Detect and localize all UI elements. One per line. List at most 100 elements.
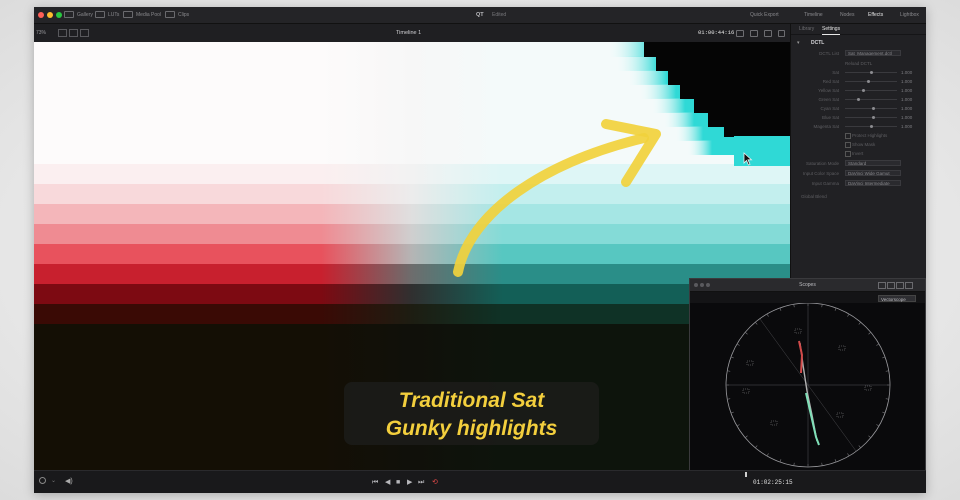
slider-track[interactable] — [845, 88, 897, 92]
qualifier-icon[interactable] — [750, 30, 758, 37]
slider-track[interactable] — [845, 106, 897, 110]
maximize-window-button[interactable] — [56, 12, 62, 18]
slider-knob[interactable] — [861, 88, 865, 92]
checkbox-row: Show Mask — [791, 140, 926, 149]
clipped-black-step — [694, 98, 790, 113]
saturation-mode-row: Saturation Mode Standard — [791, 159, 926, 168]
highlight-icon[interactable] — [736, 30, 744, 37]
caption-line-2: Gunky highlights — [385, 417, 558, 440]
luts-icon — [95, 11, 105, 19]
show-mask-label: Show Mask — [852, 142, 876, 147]
nodes-button[interactable]: Nodes — [840, 7, 854, 23]
scope-settings-icon[interactable] — [905, 282, 913, 289]
loop-button[interactable]: ⟲ — [432, 478, 438, 487]
single-scope-icon[interactable] — [878, 282, 886, 289]
gallery-button[interactable]: Gallery — [64, 7, 93, 23]
slider-knob[interactable] — [869, 70, 873, 74]
input-gamma-row: Input Gamma DaVinci Intermediate — [791, 179, 926, 188]
global-blend-label[interactable]: Global Blend — [801, 192, 827, 201]
quick-export-button[interactable]: Quick Export — [750, 7, 779, 23]
input-color-space-dropdown[interactable]: DaVinci Wide Gamut — [845, 170, 901, 176]
quick-export-label: Quick Export — [750, 12, 779, 18]
slider-value[interactable]: 1.000 — [901, 86, 912, 95]
caption-overlay: Traditional Sat Gunky highlights — [344, 382, 599, 445]
slider-track[interactable] — [845, 79, 897, 83]
media-pool-button[interactable]: Media Pool — [123, 7, 161, 23]
resolve-window: Gallery LUTs Media Pool Clips QT Edited … — [34, 7, 926, 493]
color-picker-icon[interactable] — [39, 477, 46, 484]
project-title: QT — [476, 12, 484, 18]
effects-button[interactable]: Effects — [868, 7, 883, 23]
window-overlay-icon[interactable] — [764, 30, 772, 37]
protect-highlights-label: Protect Highlights — [852, 133, 888, 138]
checkbox-row: Protect Highlights — [791, 131, 926, 140]
stop-button[interactable]: ■ — [396, 478, 400, 487]
quad-scope-icon[interactable] — [896, 282, 904, 289]
transport-bar: ⌄ ◀) ⏮ ◀ ■ ▶ ⏭ ⟲ 01:02:25:15 — [34, 470, 926, 493]
minimize-window-button[interactable] — [47, 12, 53, 18]
slider-track[interactable] — [845, 124, 897, 128]
timeline-button[interactable]: Timeline — [804, 7, 823, 23]
collapse-chevron-icon[interactable]: ▾ — [797, 40, 800, 46]
slider-value[interactable]: 1.000 — [901, 113, 912, 122]
slider-value[interactable]: 1.000 — [901, 122, 912, 131]
slider-track[interactable] — [845, 70, 897, 74]
slider-value[interactable]: 1.000 — [901, 68, 912, 77]
viewer[interactable]: Traditional Sat Gunky highlights — [34, 42, 790, 470]
close-window-button[interactable] — [38, 12, 44, 18]
audio-icon[interactable]: ◀) — [65, 477, 73, 485]
more-options-icon[interactable] — [778, 30, 785, 37]
go-to-start-button[interactable]: ⏮ — [372, 478, 378, 487]
slider-row: Sat 1.000 — [791, 68, 926, 77]
timeline-selector[interactable]: Timeline 1 — [396, 24, 421, 42]
slider-track[interactable] — [845, 115, 897, 119]
input-gamma-label: Input Gamma — [811, 181, 839, 186]
slider-label: Sat — [832, 70, 839, 75]
clipped-black-step — [680, 84, 790, 99]
lightbox-button[interactable]: Lightbox — [900, 7, 919, 23]
luts-button[interactable]: LUTs — [95, 7, 119, 23]
split-view-icon[interactable] — [69, 29, 78, 37]
tab-settings[interactable]: Settings — [822, 24, 841, 35]
clips-button[interactable]: Clips — [165, 7, 189, 23]
clipped-black-step — [724, 126, 790, 137]
slider-value[interactable]: 1.000 — [901, 104, 912, 113]
playhead-marker[interactable] — [745, 472, 747, 477]
viewer-mode-icon[interactable] — [58, 29, 67, 37]
dctl-list-row: DCTL List Sat_Management.dctl — [791, 49, 926, 58]
inspector-panel: Library Settings ▾ DCTL DCTL List Sat_Ma… — [790, 24, 926, 294]
protect-highlights-checkbox[interactable] — [845, 133, 851, 139]
slider-knob[interactable] — [869, 124, 873, 128]
dropdown-chevron-icon[interactable]: ⌄ — [51, 477, 56, 484]
slider-knob[interactable] — [872, 106, 876, 110]
slider-row: Blue Sat 1.000 — [791, 113, 926, 122]
slider-value[interactable]: 1.000 — [901, 95, 912, 104]
slider-knob[interactable] — [866, 79, 870, 83]
play-button[interactable]: ▶ — [407, 478, 412, 487]
dctl-list-dropdown[interactable]: Sat_Management.dctl — [845, 50, 901, 56]
slider-knob[interactable] — [872, 115, 876, 119]
slider-row: Cyan Sat 1.000 — [791, 104, 926, 113]
effects-label: Effects — [868, 12, 884, 18]
saturation-mode-dropdown[interactable]: Standard — [845, 160, 901, 166]
dual-scope-icon[interactable] — [887, 282, 895, 289]
slider-knob[interactable] — [856, 97, 860, 101]
clipped-black-step — [656, 56, 790, 71]
zoom-level[interactable]: 73% — [36, 24, 46, 42]
slider-label: Blue Sat — [821, 115, 839, 120]
reload-dctl-button[interactable]: Reload DCTL — [845, 59, 872, 68]
go-to-end-button[interactable]: ⏭ — [418, 478, 424, 487]
scope-mode-dropdown[interactable]: Vectorscope — [878, 295, 916, 302]
reverse-play-button[interactable]: ◀ — [385, 478, 390, 487]
show-mask-checkbox[interactable] — [845, 142, 851, 148]
tab-library[interactable]: Library — [799, 24, 814, 34]
input-gamma-dropdown[interactable]: DaVinci Intermediate — [845, 180, 901, 186]
wipe-icon[interactable] — [80, 29, 89, 37]
slider-value[interactable]: 1.000 — [901, 77, 912, 86]
invert-checkbox[interactable] — [845, 151, 851, 157]
clipped-black-step — [644, 42, 790, 57]
dctl-list-label: DCTL List — [819, 51, 839, 56]
gradient-band — [34, 164, 790, 185]
slider-track[interactable] — [845, 97, 897, 101]
clipped-black-step — [668, 70, 790, 85]
